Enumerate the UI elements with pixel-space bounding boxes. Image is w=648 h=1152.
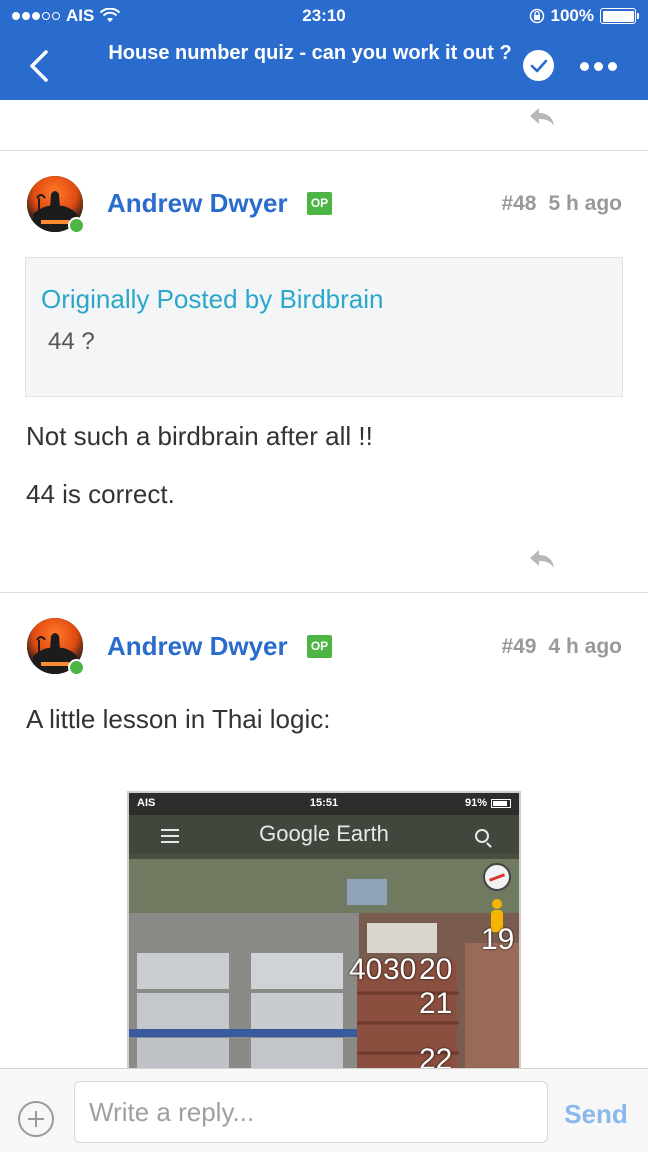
online-status-dot bbox=[68, 217, 85, 234]
reply-icon[interactable] bbox=[527, 105, 557, 129]
reply-input[interactable] bbox=[74, 1081, 548, 1143]
avatar[interactable] bbox=[27, 176, 85, 234]
house-number-label: 40 bbox=[349, 953, 383, 986]
more-dot-icon bbox=[593, 61, 603, 71]
post-paragraph: Not such a birdbrain after all !! bbox=[26, 421, 373, 451]
checkmark-icon bbox=[530, 59, 547, 72]
post-time: 5 h ago bbox=[548, 192, 622, 215]
post-number[interactable]: #49 bbox=[501, 635, 536, 659]
top-bar: AIS 23:10 100% House number quiz - can y… bbox=[0, 0, 648, 100]
post-divider bbox=[0, 592, 648, 593]
embedded-time: 15:51 bbox=[309, 797, 339, 809]
online-status-dot bbox=[68, 659, 85, 676]
embedded-battery-percent: 91% bbox=[464, 797, 487, 809]
status-right: 100% bbox=[529, 6, 639, 26]
author-name[interactable]: Andrew Dwyer bbox=[107, 188, 288, 219]
quote-text: 44 ? bbox=[48, 328, 95, 355]
post-time: 4 h ago bbox=[548, 635, 622, 658]
nav-bar: House number quiz - can you work it out … bbox=[0, 32, 648, 100]
house-number-label: 20 bbox=[419, 953, 453, 986]
embedded-battery-group: 91% bbox=[465, 797, 511, 809]
more-dot-icon bbox=[607, 61, 617, 71]
reply-icon[interactable] bbox=[527, 547, 557, 571]
subscribe-check-button[interactable] bbox=[523, 50, 554, 81]
thread-title: House number quiz - can you work it out … bbox=[108, 42, 512, 64]
post-meta: #49 4 h ago bbox=[501, 635, 622, 659]
back-button[interactable] bbox=[20, 44, 60, 88]
post-paragraph: 44 is correct. bbox=[26, 479, 175, 509]
more-dot-icon bbox=[579, 61, 589, 71]
post-divider bbox=[0, 150, 648, 151]
embedded-status-bar: AIS 15:51 91% bbox=[129, 793, 519, 815]
author-name[interactable]: Andrew Dwyer bbox=[107, 631, 288, 662]
add-attachment-button[interactable] bbox=[18, 1101, 54, 1137]
post-meta: #48 5 h ago bbox=[501, 192, 622, 216]
embedded-app-header: Google Earth bbox=[129, 815, 519, 859]
battery-percent: 100% bbox=[550, 6, 594, 25]
quote-author-link[interactable]: Originally Posted by Birdbrain bbox=[41, 284, 384, 315]
post-number[interactable]: #48 bbox=[501, 192, 536, 216]
rotation-lock-icon bbox=[529, 8, 544, 24]
search-icon bbox=[475, 829, 489, 843]
compass-icon bbox=[483, 863, 511, 891]
battery-icon bbox=[600, 8, 639, 24]
more-options-button[interactable] bbox=[575, 54, 621, 78]
embedded-image[interactable]: AIS 15:51 91% Google Earth 19 40 30 20 2… bbox=[127, 791, 521, 1081]
embedded-battery-icon bbox=[491, 798, 511, 808]
quote-block: Originally Posted by Birdbrain 44 ? bbox=[25, 257, 623, 397]
avatar[interactable] bbox=[27, 618, 85, 676]
house-number-label: 21 bbox=[419, 987, 453, 1020]
embedded-app-title: Google Earth bbox=[259, 821, 389, 846]
reply-composer: Send bbox=[0, 1068, 648, 1152]
post-paragraph: A little lesson in Thai logic: bbox=[26, 704, 331, 734]
status-bar: AIS 23:10 100% bbox=[0, 0, 648, 32]
op-badge: OP bbox=[307, 635, 332, 658]
house-number-label: 30 bbox=[383, 953, 417, 986]
op-badge: OP bbox=[307, 192, 332, 215]
chevron-left-icon bbox=[30, 50, 48, 82]
house-number-label: 19 bbox=[481, 923, 515, 956]
send-button[interactable]: Send bbox=[556, 1099, 636, 1130]
